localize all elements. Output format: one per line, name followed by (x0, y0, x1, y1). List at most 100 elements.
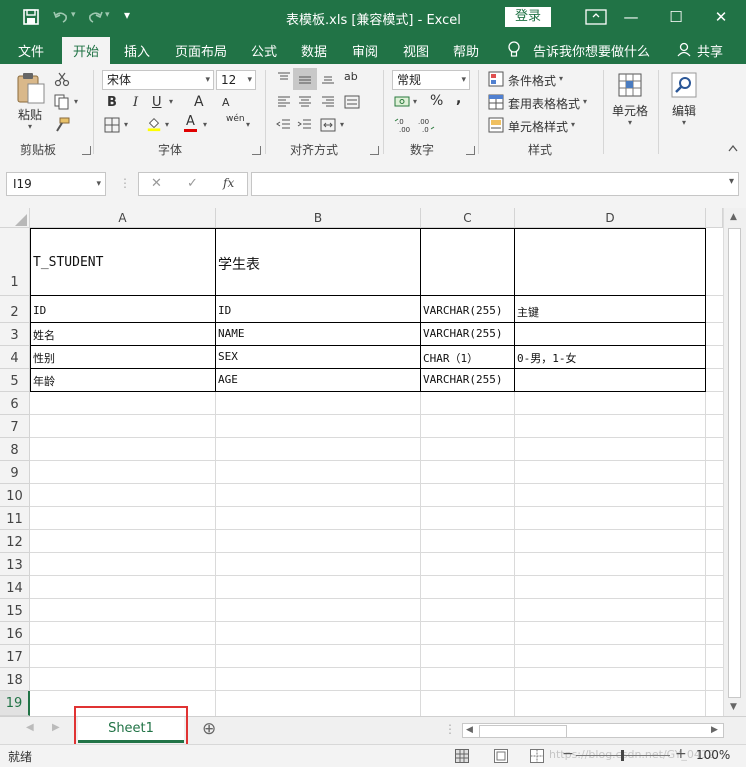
row-header-5[interactable]: 5 (0, 369, 30, 392)
align-right-icon[interactable] (320, 94, 336, 110)
editing-button[interactable]: 编辑 (672, 102, 696, 119)
column-header-b[interactable]: B (216, 208, 421, 228)
enter-icon[interactable]: ✓ (187, 176, 198, 191)
cell-a2[interactable]: ID (33, 304, 46, 317)
share-button[interactable]: 共享 (697, 41, 723, 60)
redo-icon[interactable] (86, 8, 104, 26)
tab-page-layout[interactable]: 页面布局 (175, 41, 227, 60)
font-launcher-icon[interactable] (252, 146, 261, 155)
name-box[interactable]: I19 ▾ (6, 172, 106, 196)
expand-formula-icon[interactable]: ▾ (729, 176, 734, 187)
row-header-19[interactable]: 19 (0, 691, 30, 716)
cells-icon[interactable] (616, 71, 644, 99)
clipboard-launcher-icon[interactable] (82, 146, 91, 155)
tab-home[interactable]: 开始 (73, 41, 99, 60)
shrink-font-button[interactable]: A (222, 96, 230, 109)
number-format-combo[interactable]: 常规 ▾ (392, 70, 470, 90)
scroll-up-icon[interactable]: ▲ (730, 212, 737, 222)
undo-icon[interactable] (52, 8, 70, 26)
cell-b1[interactable]: 学生表 (218, 254, 260, 274)
cell-a4[interactable]: 性别 (33, 350, 55, 366)
horizontal-scrollbar[interactable]: ◀ ▶ (462, 723, 724, 738)
cell-c5[interactable]: VARCHAR(255) (423, 373, 502, 386)
wrap-text-icon[interactable] (344, 94, 360, 110)
close-button[interactable]: ✕ (706, 6, 736, 28)
tab-data[interactable]: 数据 (301, 41, 327, 60)
formula-input[interactable]: ▾ (251, 172, 739, 196)
column-header-c[interactable]: C (421, 208, 515, 228)
borders-dropdown-icon[interactable]: ▾ (124, 120, 128, 129)
ribbon-display-options-icon[interactable] (585, 9, 607, 25)
cell-c2[interactable]: VARCHAR(255) (423, 304, 502, 317)
insert-function-icon[interactable]: fx (223, 176, 234, 190)
bold-button[interactable]: B (107, 95, 117, 110)
cell-a5[interactable]: 年龄 (33, 373, 55, 389)
tab-view[interactable]: 视图 (403, 41, 429, 60)
row-header-7[interactable]: 7 (0, 415, 30, 438)
borders-icon[interactable] (104, 117, 120, 133)
copy-icon[interactable] (54, 94, 70, 110)
align-center-icon[interactable] (297, 94, 313, 110)
scroll-left-icon[interactable]: ◀ (466, 725, 473, 735)
tell-me-search[interactable]: 告诉我你想要做什么 (533, 41, 650, 60)
accounting-dropdown-icon[interactable]: ▾ (413, 97, 417, 106)
format-as-table-button[interactable]: 套用表格格式 (508, 95, 580, 112)
worksheet-grid[interactable]: A B C D 1 2 3 4 5 6 7 8 9 10 11 12 13 14… (0, 208, 746, 716)
row-header-15[interactable]: 15 (0, 599, 30, 622)
align-middle-icon[interactable] (297, 72, 313, 88)
row-header-14[interactable]: 14 (0, 576, 30, 599)
cancel-icon[interactable]: ✕ (151, 176, 162, 191)
fill-color-icon[interactable] (146, 116, 162, 132)
increase-decimal-icon[interactable]: .0.00 (394, 116, 414, 134)
cell-a1[interactable]: T_STUDENT (33, 255, 103, 270)
scroll-right-icon[interactable]: ▶ (711, 725, 718, 735)
row-header-12[interactable]: 12 (0, 530, 30, 553)
font-color-dropdown-icon[interactable]: ▾ (203, 120, 207, 129)
font-size-combo[interactable]: 12 ▾ (216, 70, 256, 90)
conditional-formatting-icon[interactable] (488, 71, 504, 87)
increase-indent-icon[interactable] (297, 117, 313, 133)
cells-button[interactable]: 单元格 (612, 102, 648, 119)
zoom-slider-thumb[interactable] (621, 750, 624, 761)
tab-file[interactable]: 文件 (18, 41, 44, 60)
font-color-button[interactable]: A (184, 114, 197, 132)
italic-button[interactable]: I (133, 95, 138, 110)
paste-dropdown-icon[interactable]: ▾ (28, 122, 32, 131)
row-header-8[interactable]: 8 (0, 438, 30, 461)
customize-qat-icon[interactable]: ▾ (124, 8, 130, 22)
underline-dropdown-icon[interactable]: ▾ (169, 97, 173, 106)
cell-b5[interactable]: AGE (218, 373, 238, 386)
align-top-icon[interactable] (276, 70, 292, 86)
alignment-launcher-icon[interactable] (370, 146, 379, 155)
collapse-ribbon-icon[interactable] (728, 144, 738, 152)
format-as-table-icon[interactable] (488, 94, 504, 110)
page-break-view-icon[interactable] (530, 749, 544, 763)
column-header-a[interactable]: A (30, 208, 216, 228)
vertical-scroll-thumb[interactable] (728, 228, 741, 698)
maximize-button[interactable]: ☐ (661, 6, 691, 28)
row-header-13[interactable]: 13 (0, 553, 30, 576)
accounting-format-icon[interactable] (394, 94, 412, 110)
row-header-18[interactable]: 18 (0, 668, 30, 691)
row-header-2[interactable]: 2 (0, 296, 30, 323)
tab-help[interactable]: 帮助 (453, 41, 479, 60)
zoom-level[interactable]: 100% (696, 748, 730, 762)
row-header-9[interactable]: 9 (0, 461, 30, 484)
row-header-10[interactable]: 10 (0, 484, 30, 507)
cell-a3[interactable]: 姓名 (33, 327, 55, 343)
align-bottom-icon[interactable] (320, 70, 336, 86)
cell-c3[interactable]: VARCHAR(255) (423, 327, 502, 340)
cell-b3[interactable]: NAME (218, 327, 245, 340)
cell-styles-icon[interactable] (488, 117, 504, 133)
phonetic-guide-button[interactable]: wén (226, 114, 245, 124)
row-header-6[interactable]: 6 (0, 392, 30, 415)
merge-dropdown-icon[interactable]: ▾ (340, 120, 344, 129)
tab-formulas[interactable]: 公式 (251, 41, 277, 60)
font-name-combo[interactable]: 宋体 ▾ (102, 70, 214, 90)
horizontal-scroll-thumb[interactable] (479, 725, 567, 738)
grow-font-button[interactable]: A (194, 94, 204, 110)
undo-dropdown-icon[interactable]: ▾ (71, 10, 76, 20)
column-header-d[interactable]: D (515, 208, 706, 228)
merge-center-icon[interactable] (320, 117, 336, 133)
zoom-in-icon[interactable]: + (675, 746, 687, 762)
